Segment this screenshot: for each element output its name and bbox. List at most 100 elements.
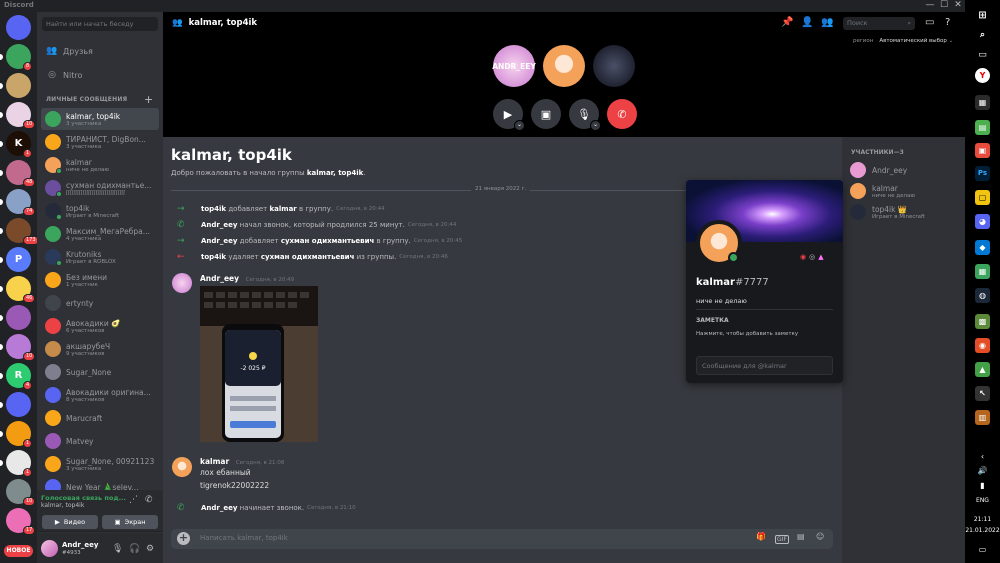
video-button[interactable]: ▶ Видео [42, 515, 98, 529]
microphone-icon[interactable]: 🎙 [112, 544, 123, 554]
system-actor[interactable]: Andr_eey [201, 237, 237, 245]
gif-icon[interactable]: GIF [775, 535, 789, 544]
app-icon[interactable]: ▥ [975, 410, 990, 425]
headphones-icon[interactable]: 🎧 [129, 544, 140, 554]
explorer-icon[interactable]: ▦ [975, 95, 990, 110]
member-item[interactable]: kalmar ниче не делаю [850, 183, 915, 199]
tray-chevron-icon[interactable]: ‹ [965, 452, 1000, 461]
leave-call-button[interactable]: ✆ [607, 99, 637, 129]
maximize-button[interactable]: ☐ [937, 0, 951, 12]
call-avatar-andr-eey[interactable]: ANDR_EEY [492, 45, 536, 87]
app-icon[interactable]: ▢ [975, 190, 990, 205]
system-target[interactable]: сухман одихмантьевич [261, 253, 354, 261]
inbox-icon[interactable]: ▭ [925, 17, 934, 28]
profile-message-input[interactable]: Сообщение для @kalmar [696, 356, 833, 375]
server-icon[interactable] [6, 15, 31, 40]
system-actor[interactable]: top4ik [201, 253, 226, 261]
dm-item[interactable]: акшарубеЧ 9 участников [41, 338, 159, 360]
dm-item[interactable]: Marucraft [41, 407, 159, 429]
mute-button[interactable]: 🎙 ⌄ [569, 99, 601, 131]
call-avatar-top4ik[interactable] [593, 45, 635, 87]
dm-item[interactable]: Matvey [41, 430, 159, 452]
dm-item[interactable]: Без имени 1 участник [41, 269, 159, 291]
minimize-button[interactable]: — [923, 0, 937, 12]
notifications-icon[interactable]: ▭ [965, 545, 1000, 554]
message-input[interactable]: Написать kalmar, top4ik [200, 534, 288, 542]
system-actor[interactable]: top4ik [201, 205, 226, 213]
member-item[interactable]: top4ik 👑 Играет в Minecraft [850, 204, 925, 220]
camera-toggle-button[interactable]: ▶ ⌄ [493, 99, 525, 131]
message-avatar[interactable] [172, 457, 192, 477]
emoji-icon[interactable]: ☺ [816, 532, 824, 541]
dm-item[interactable]: kalmar, top4ik 3 участника [41, 108, 159, 130]
photoshop-icon[interactable]: Ps [975, 166, 990, 181]
message-composer[interactable]: + Написать kalmar, top4ik 🎁 GIF ▤ ☺ [171, 529, 833, 549]
noise-suppression-icon[interactable]: ⋰ [129, 495, 138, 505]
app-icon[interactable]: ◆ [975, 240, 990, 255]
system-target[interactable]: kalmar [270, 205, 297, 213]
server-icon[interactable] [6, 73, 31, 98]
system-actor[interactable]: Andr_eey [201, 504, 237, 512]
disconnect-icon[interactable]: ✆ [145, 495, 153, 505]
app-icon[interactable]: ▣ [975, 143, 990, 158]
clock-time[interactable]: 21:11 [965, 516, 1000, 523]
dm-item[interactable]: ertynty [41, 292, 159, 314]
screen-share-button[interactable]: ▣ Экран [102, 515, 158, 529]
dm-item[interactable]: Авокадики оригина... 8 участников [41, 384, 159, 406]
yandex-browser-icon[interactable]: Y [975, 68, 990, 83]
photo-attachment[interactable]: -2 025 ₽ [200, 286, 318, 442]
settings-gear-icon[interactable]: ⚙ [146, 544, 154, 554]
network-icon[interactable]: ▮ [965, 481, 1000, 490]
dm-item[interactable]: Максим_МегаРебра... 4 участника [41, 223, 159, 245]
new-mentions-button[interactable]: НОВОЕ [4, 545, 33, 557]
dm-item[interactable]: Sugar_None, 00921123 3 участника [41, 453, 159, 475]
dm-item[interactable]: kalmar ниче не делаю [41, 154, 159, 176]
app-icon[interactable]: ▦ [975, 264, 990, 279]
dm-item[interactable]: Krutoniks Играет в ROBLOX [41, 246, 159, 268]
discord-taskbar-icon[interactable]: ◕ [975, 214, 990, 229]
user-avatar[interactable] [41, 540, 58, 557]
system-target[interactable]: сухман одихмантьевич [281, 237, 374, 245]
app-icon[interactable]: ▲ [975, 362, 990, 377]
cursor-app-icon[interactable]: ↖ [975, 386, 990, 401]
nitro-badge-icon[interactable]: ▲ [818, 253, 823, 261]
windows-start-icon[interactable]: ⊞ [975, 8, 990, 23]
help-icon[interactable]: ? [945, 17, 950, 28]
taskbar-search-icon[interactable]: ⌕ [975, 28, 990, 43]
early-supporter-badge-icon[interactable]: ◎ [809, 253, 815, 261]
app-icon[interactable]: ◉ [975, 338, 990, 353]
hypesquad-badge-icon[interactable]: ◉ [800, 253, 806, 261]
call-avatar-kalmar[interactable] [543, 45, 585, 87]
sticker-icon[interactable]: ▤ [797, 532, 805, 541]
clock-date[interactable]: 21.01.2022 [965, 527, 1000, 534]
search-input[interactable]: Поиск ⌕ [843, 17, 915, 30]
server-icon[interactable] [6, 305, 31, 330]
dm-item[interactable]: ТИРАНИСТ, DigBon... 3 участника [41, 131, 159, 153]
member-item[interactable]: Andr_eey [850, 162, 907, 178]
language-indicator[interactable]: ENG [965, 497, 1000, 504]
chevron-down-icon[interactable]: ⌄ [514, 120, 525, 131]
note-input[interactable]: Нажмите, чтобы добавить заметку [696, 331, 798, 337]
message-author[interactable]: kalmar Сегодня, в 21:08 [200, 457, 284, 466]
message-avatar[interactable] [172, 273, 192, 293]
dm-item[interactable]: Sugar_None [41, 361, 159, 383]
friends-nav-item[interactable]: 👥 Друзья [41, 42, 159, 60]
task-view-icon[interactable]: ▭ [975, 48, 990, 63]
dm-item[interactable]: Авокадики 🥑 6 участников [41, 315, 159, 337]
close-button[interactable]: ✕ [951, 0, 965, 12]
nitro-nav-item[interactable]: ◎ Nitro [41, 66, 159, 84]
minecraft-icon[interactable]: ▩ [975, 314, 990, 329]
chevron-down-icon[interactable]: ⌄ [590, 120, 601, 131]
add-friend-icon[interactable]: 👤 [801, 17, 813, 28]
app-icon[interactable]: ▤ [975, 120, 990, 135]
server-icon[interactable] [6, 392, 31, 417]
system-actor[interactable]: Andr_eey [201, 221, 237, 229]
message-author[interactable]: Andr_eey Сегодня, в 20:49 [200, 274, 294, 283]
volume-icon[interactable]: 🔊 [965, 466, 1000, 475]
member-list-icon[interactable]: 👥 [821, 17, 833, 28]
screen-share-call-button[interactable]: ▣ [531, 99, 561, 129]
steam-icon[interactable]: ◍ [975, 288, 990, 303]
attach-plus-icon[interactable]: + [177, 532, 190, 545]
dm-item[interactable]: top4ik Играет в Minecraft [41, 200, 159, 222]
server-icon[interactable]: P [6, 247, 31, 272]
